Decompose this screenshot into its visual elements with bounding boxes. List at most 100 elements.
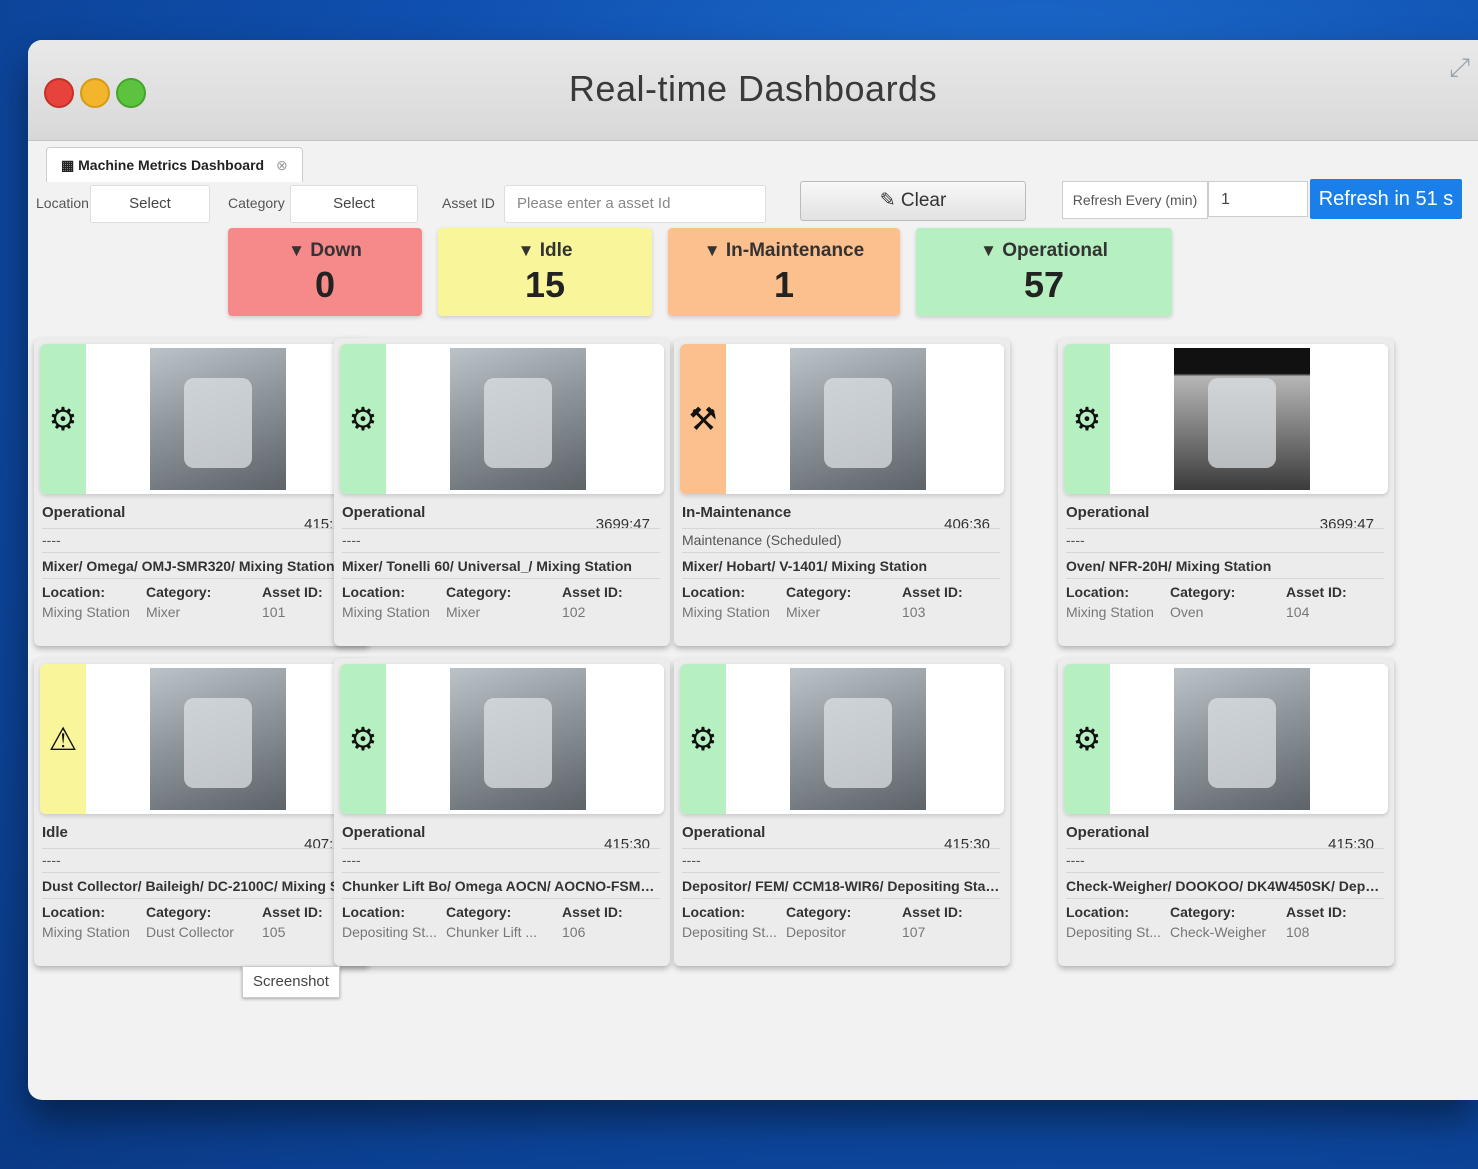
- machine-card[interactable]: ⚒ In-Maintenance 406:36 Maintenance (Schedu…: [674, 338, 1010, 646]
- asset-value: 108: [1286, 924, 1310, 940]
- card-title: Mixer/ Tonelli 60/ Universal_/ Mixing St…: [342, 558, 632, 574]
- refresh-interval-label: Refresh Every (min): [1062, 181, 1208, 219]
- card-category: Category: Mixer: [446, 584, 511, 620]
- category-key: Category:: [146, 584, 212, 600]
- card-note: ----: [42, 852, 61, 868]
- card-header: ⚙: [1064, 664, 1388, 814]
- asset-value: 106: [562, 924, 586, 940]
- category-value: Check-Weigher: [1170, 924, 1267, 940]
- card-title: Chunker Lift Bo/ Omega AOCN/ AOCNO-FSMR/…: [342, 878, 660, 894]
- card-asset: Asset ID: 107: [902, 904, 963, 940]
- machine-card[interactable]: ⚙ Operational 415:30 ---- Check-Weigher/ DOO…: [1058, 658, 1394, 966]
- asset-id-input[interactable]: Please enter a asset Id: [504, 185, 766, 223]
- status-count: 15: [524, 264, 566, 305]
- card-note: ----: [682, 852, 701, 868]
- status-filter-maintenance[interactable]: ▼ In-Maintenance 1: [668, 228, 900, 316]
- status-filter-down[interactable]: ▼ Down 0: [228, 228, 422, 316]
- asset-value: 103: [902, 604, 926, 620]
- category-key: Category:: [446, 904, 512, 920]
- status-label: In-Maintenance: [725, 240, 865, 261]
- gear-check-icon: ⚙: [688, 721, 718, 757]
- location-value: Mixing Station: [42, 604, 130, 620]
- status-stripe: ⚙: [680, 664, 726, 814]
- card-location: Location: Depositing St...: [682, 904, 777, 940]
- status-stripe: ⚙: [340, 664, 386, 814]
- asset-id-label: Asset ID: [442, 195, 495, 211]
- card-status: Operational: [342, 504, 426, 521]
- location-select[interactable]: Select: [90, 185, 210, 223]
- asset-value: 102: [562, 604, 586, 620]
- status-stripe: ⚠: [40, 664, 86, 814]
- asset-key: Asset ID:: [262, 904, 323, 920]
- machine-photo: [150, 668, 286, 810]
- card-note: ----: [1066, 852, 1085, 868]
- card-status: In-Maintenance: [682, 504, 792, 521]
- card-asset: Asset ID: 102: [562, 584, 623, 620]
- asset-key: Asset ID:: [1286, 904, 1347, 920]
- card-location: Location: Mixing Station: [1066, 584, 1154, 620]
- machine-photo: [790, 348, 926, 490]
- filter-icon: ▼: [980, 241, 997, 260]
- location-key: Location:: [342, 584, 405, 600]
- card-location: Location: Mixing Station: [42, 904, 130, 940]
- status-count: 0: [314, 264, 336, 305]
- expand-icon[interactable]: ⤢: [1449, 52, 1470, 84]
- filter-icon: ▼: [517, 241, 535, 260]
- card-location: Location: Mixing Station: [42, 584, 130, 620]
- category-value: Chunker Lift ...: [446, 924, 538, 940]
- asset-key: Asset ID:: [262, 584, 323, 600]
- location-value: Depositing St...: [1066, 924, 1161, 940]
- asset-key: Asset ID:: [902, 904, 963, 920]
- card-header: ⚙: [1064, 344, 1388, 494]
- machine-card[interactable]: ⚙ Operational 415:30 ---- Chunker Lift Bo/ O…: [334, 658, 670, 966]
- card-duration: 3699:47: [1319, 516, 1374, 533]
- card-status: Idle: [42, 824, 68, 841]
- card-note: ----: [342, 532, 361, 548]
- category-key: Category:: [786, 584, 852, 600]
- card-title: Check-Weigher/ DOOKOO/ DK4W450SK/ Deposi…: [1066, 878, 1384, 894]
- tab-bar: ▦ Machine Metrics Dashboard ⊗: [28, 141, 1478, 182]
- card-status: Operational: [42, 504, 126, 521]
- machine-card[interactable]: ⚙ Operational 415:30 ---- Depositor/ FEM/ CC…: [674, 658, 1010, 966]
- machine-card[interactable]: ⚠ Idle 407:29 ---- Dust Collector/ Baileigh/…: [34, 658, 370, 966]
- card-title: Depositor/ FEM/ CCM18-WIR6/ Depositing S…: [682, 878, 1000, 894]
- tab-machine-metrics[interactable]: ▦ Machine Metrics Dashboard ⊗: [46, 147, 303, 182]
- warning-icon: ⚠: [48, 721, 78, 757]
- machine-photo: [150, 348, 286, 490]
- status-label: Down: [310, 240, 362, 261]
- asset-key: Asset ID:: [1286, 584, 1347, 600]
- category-key: Category:: [146, 904, 212, 920]
- machine-card[interactable]: ⚙ Operational 415:30 ---- Mixer/ Omega/ OMJ-…: [34, 338, 370, 646]
- card-asset: Asset ID: 106: [562, 904, 623, 940]
- location-key: Location:: [42, 904, 105, 920]
- category-key: Category:: [1170, 584, 1236, 600]
- card-category: Category: Dust Collector: [146, 904, 234, 940]
- title-bar: Real-time Dashboards ⤢: [28, 40, 1478, 141]
- card-duration: 415:30: [1328, 836, 1374, 853]
- card-asset: Asset ID: 108: [1286, 904, 1347, 940]
- category-key: Category:: [446, 584, 512, 600]
- category-select[interactable]: Select: [290, 185, 418, 223]
- refresh-interval-input[interactable]: 1: [1208, 181, 1308, 217]
- asset-value: 104: [1286, 604, 1310, 620]
- machine-card[interactable]: ⚙ Operational 3699:47 ---- Mixer/ Tonelli 60…: [334, 338, 670, 646]
- asset-value: 105: [262, 924, 286, 940]
- refresh-button[interactable]: Refresh in 51 s: [1310, 179, 1462, 219]
- status-filter-operational[interactable]: ▼ Operational 57: [916, 228, 1172, 316]
- card-location: Location: Depositing St...: [342, 904, 437, 940]
- gear-check-icon: ⚙: [348, 401, 378, 437]
- card-header: ⚙: [340, 664, 664, 814]
- card-category: Category: Depositor: [786, 904, 851, 940]
- status-filter-idle[interactable]: ▼ Idle 15: [438, 228, 652, 316]
- wrench-screwdriver-icon: ⚒: [688, 401, 718, 437]
- card-header: ⚙: [680, 664, 1004, 814]
- location-value: Depositing St...: [342, 924, 437, 940]
- machine-photo: [450, 668, 586, 810]
- location-value: Depositing St...: [682, 924, 777, 940]
- clear-button[interactable]: ✎ Clear: [800, 181, 1026, 221]
- machine-card[interactable]: ⚙ Operational 3699:47 ---- Oven/ NFR-20H/ Mi…: [1058, 338, 1394, 646]
- tab-close-icon[interactable]: ⊗: [276, 157, 288, 173]
- card-status: Operational: [682, 824, 766, 841]
- location-key: Location:: [682, 584, 745, 600]
- category-value: Dust Collector: [146, 924, 234, 940]
